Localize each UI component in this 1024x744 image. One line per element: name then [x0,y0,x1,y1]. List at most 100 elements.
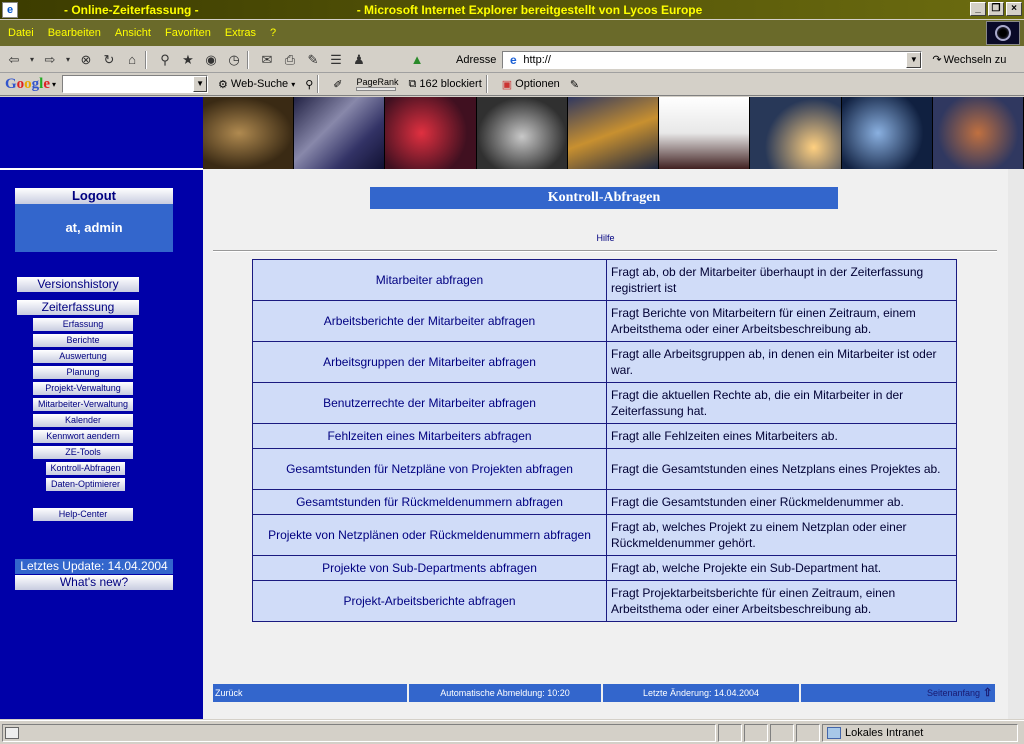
sidebar-item-daten-optimierer[interactable]: Daten-Optimierer [46,478,125,491]
query-link[interactable]: Benutzerrechte der Mitarbeiter abfragen [252,382,607,424]
search-site-button[interactable]: ⚲ [305,78,313,91]
table-row: Arbeitsberichte der Mitarbeiter abfragen… [252,300,957,342]
sidebar-item-kennwort-aendern[interactable]: Kennwort aendern [33,430,133,443]
back-link[interactable]: Zurück [213,684,409,702]
sidebar-item-ze-tools[interactable]: ZE-Tools [33,446,133,459]
query-link[interactable]: Projekte von Netzplänen oder Rückmeldenu… [252,514,607,556]
menu-help[interactable]: ? [270,27,276,39]
query-description: Fragt Projektarbeitsberichte für einen Z… [606,580,957,622]
back-arrow-icon[interactable]: ⇦ [5,51,23,69]
forward-arrow-icon[interactable]: ⇨ [41,51,59,69]
banner-image-trophy [841,97,933,169]
table-row: Arbeitsgruppen der Mitarbeiter abfragen … [252,341,957,383]
last-update-label: Letztes Update: 14.04.2004 [15,559,173,574]
query-description: Fragt die Gesamtstunden eines Netzplans … [606,448,957,490]
query-link[interactable]: Mitarbeiter abfragen [252,259,607,301]
browser-throbber-icon [986,21,1020,45]
query-description: Fragt die aktuellen Rechte ab, die ein M… [606,382,957,424]
print-icon[interactable]: ⎙ [281,51,299,69]
highlight-button[interactable]: ✐ [333,78,342,91]
sidebar-item-planung[interactable]: Planung [33,366,133,379]
options-label: Optionen [515,78,560,90]
popup-blocker-button[interactable]: ⧉ 162 blockiert [409,78,482,91]
page-top-link[interactable]: Seitenanfang ⇧ [801,684,995,702]
intranet-zone-icon [827,726,841,739]
refresh-icon[interactable]: ↻ [100,51,118,69]
pagerank-indicator[interactable]: PageRank [356,77,399,91]
sidebar-item-mitarbeiter-verwaltung[interactable]: Mitarbeiter-Verwaltung [33,398,133,411]
query-description: Fragt alle Arbeitsgruppen ab, in denen e… [606,341,957,383]
query-link[interactable]: Arbeitsberichte der Mitarbeiter abfragen [252,300,607,342]
address-field[interactable]: e http:// ▼ [502,50,923,69]
banner-image-red [385,97,477,169]
web-search-dropdown-icon: ▾ [291,79,296,89]
pencil-icon: ✎ [569,78,580,91]
options-icon: ▣ [501,78,513,91]
google-search-input[interactable]: ▼ [62,75,209,93]
sidebar-item-help-center[interactable]: Help-Center [33,508,133,521]
query-link[interactable]: Fehlzeiten eines Mitarbeiters abfragen [252,423,607,449]
google-logo[interactable]: Google [5,76,50,93]
menu-favoriten[interactable]: Favoriten [165,27,211,39]
menu-datei[interactable]: Datei [8,27,34,39]
mail-icon[interactable]: ✉ [258,51,276,69]
query-description: Fragt ab, welches Projekt zu einem Netzp… [606,514,957,556]
lycos-lite-icon[interactable]: ▲ [408,51,426,69]
sidebar-item-erfassung[interactable]: Erfassung [33,318,133,331]
back-dropdown-icon[interactable]: ▾ [28,51,36,69]
menu-extras[interactable]: Extras [225,27,256,39]
main-content: Kontroll-Abfragen Hilfe Mitarbeiter abfr… [203,169,1008,719]
address-label: Adresse [456,53,497,66]
query-description: Fragt Berichte von Mitarbeitern für eine… [606,300,957,342]
favorites-icon[interactable]: ★ [179,51,197,69]
address-dropdown-icon[interactable]: ▼ [906,51,922,68]
google-search-dropdown-icon[interactable]: ▼ [193,76,208,92]
menu-bearbeiten[interactable]: Bearbeiten [48,27,101,39]
query-link[interactable]: Projekt-Arbeitsberichte abfragen [252,580,607,622]
edit-icon[interactable]: ✎ [304,51,322,69]
go-button[interactable]: ↷ Wechseln zu [932,53,1006,67]
minimize-button[interactable]: _ [970,2,986,16]
security-zone[interactable]: Lokales Intranet [822,723,1018,742]
page-icon: e [510,52,517,67]
maximize-button[interactable]: ❐ [988,2,1004,16]
status-cell [718,723,742,742]
query-link[interactable]: Arbeitsgruppen der Mitarbeiter abfragen [252,341,607,383]
logout-button[interactable]: Logout [15,188,173,204]
vertical-scrollbar[interactable] [1008,169,1024,719]
forward-dropdown-icon[interactable]: ▾ [64,51,72,69]
close-button[interactable]: × [1006,2,1022,16]
history-icon[interactable]: ◷ [225,51,243,69]
query-description: Fragt alle Fehlzeiten eines Mitarbeiters… [606,423,957,449]
query-link[interactable]: Gesamtstunden für Rückmeldenummern abfra… [252,489,607,515]
query-link[interactable]: Projekte von Sub-Departments abfragen [252,555,607,581]
web-search-button[interactable]: ⚙ Web-Suche ▾ [218,78,295,91]
pencil-button[interactable]: ✎ [570,78,579,91]
media-icon[interactable]: ◉ [202,51,220,69]
ie-app-icon[interactable]: e [2,1,18,18]
sidebar-item-berichte[interactable]: Berichte [33,334,133,347]
divider [213,250,997,252]
hilfe-link-text[interactable]: Hilfe [596,233,614,243]
messenger-icon[interactable]: ♟ [350,51,368,69]
sidebar-item-versionshistory[interactable]: Versionshistory [17,277,139,292]
google-menu-dropdown-icon[interactable]: ▾ [52,80,56,89]
menu-ansicht[interactable]: Ansicht [115,27,151,39]
options-button[interactable]: ▣ Optionen [502,78,560,91]
table-row: Mitarbeiter abfragen Fragt ab, ob der Mi… [252,259,957,301]
stop-icon[interactable]: ⊗ [77,51,95,69]
home-icon[interactable]: ⌂ [123,51,141,69]
whats-new-link[interactable]: What's new? [15,575,173,590]
sidebar-item-auswertung[interactable]: Auswertung [33,350,133,363]
status-bar: Lokales Intranet [0,720,1024,744]
sidebar-item-zeiterfassung[interactable]: Zeiterfassung [17,300,139,315]
banner-image-figure [932,97,1024,169]
sidebar-item-projekt-verwaltung[interactable]: Projekt-Verwaltung [33,382,133,395]
discuss-icon[interactable]: ☰ [327,51,345,69]
sidebar-item-kontroll-abfragen[interactable]: Kontroll-Abfragen [46,462,125,475]
search-icon[interactable]: ⚲ [156,51,174,69]
address-value[interactable]: http:// [523,54,906,66]
sidebar-item-kalender[interactable]: Kalender [33,414,133,427]
query-link[interactable]: Gesamtstunden für Netzpläne von Projekte… [252,448,607,490]
standard-toolbar: ⇦ ▾ ⇨ ▾ ⊗ ↻ ⌂ ⚲ ★ ◉ ◷ ✉ ⎙ ✎ ☰ ♟ ▲ Adress… [0,47,1024,73]
